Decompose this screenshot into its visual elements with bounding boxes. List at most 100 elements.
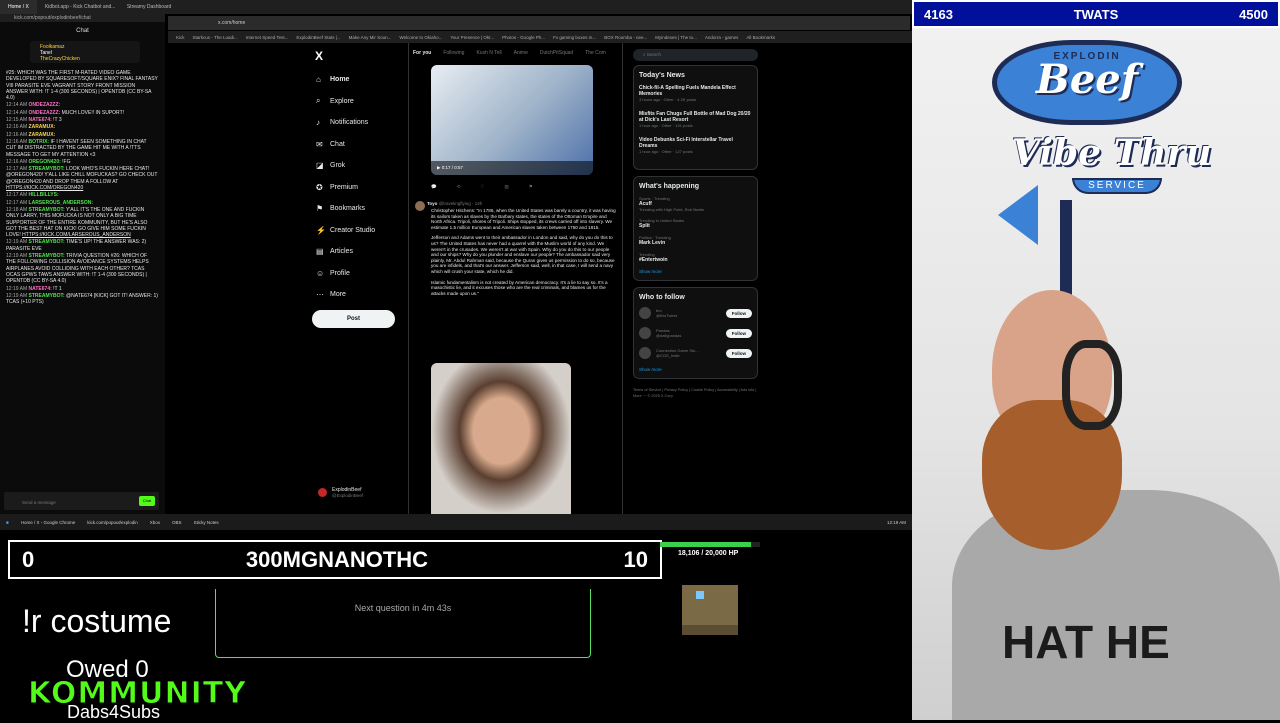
bookmark-item[interactable]: Your Presence | Okt... [450, 35, 494, 40]
chat-username[interactable]: Zaramux: [29, 124, 56, 130]
account-switcher[interactable]: ExplodinBeef @ExplodinBeef [318, 487, 363, 498]
taskbar-app[interactable]: kick.com/popout/explodin [81, 520, 144, 525]
avatar[interactable] [415, 201, 425, 211]
chat-username[interactable]: StreamyBot: [29, 239, 65, 245]
bookmark-item[interactable]: Myindexes | The to... [655, 35, 697, 40]
nav-item-explore[interactable]: ⌕ Explore [316, 91, 375, 113]
follow-button[interactable]: Follow [725, 348, 752, 358]
taskbar-app[interactable]: Home / X - Google Chrome [15, 520, 82, 525]
bookmark-item[interactable]: ExplodinBeef Stats |... [296, 35, 340, 40]
taskbar-app[interactable]: Xbox [144, 520, 166, 525]
post-button[interactable]: Post [312, 310, 395, 328]
repost-icon[interactable]: ⟲ [457, 184, 461, 190]
chat-link[interactable]: HTTPS://KICK.COM/OREGON420 [6, 185, 83, 191]
bookmark-item[interactable]: Welcome to Okiaho... [399, 35, 442, 40]
nav-item-articles[interactable]: ▤ Articles [316, 241, 375, 263]
show-more-link[interactable]: Show more [639, 269, 752, 274]
show-more-link[interactable]: Show more [639, 367, 752, 372]
news-item[interactable]: Video Debunks Sci-Fi Interstellar Travel… [639, 137, 752, 155]
taskbar-app[interactable]: OBS [166, 520, 188, 525]
chat-username[interactable]: Zaramux: [29, 132, 56, 138]
chat-username[interactable]: Oregon420: [29, 159, 61, 165]
bookmark-item[interactable]: Andorra - games [705, 35, 739, 40]
feed-tab[interactable]: Kush N Tell [476, 50, 501, 56]
avatar[interactable] [639, 327, 651, 339]
bookmark-item[interactable]: All Bookmarks [746, 35, 775, 40]
nav-item-notifications[interactable]: ♪ Notifications [316, 112, 375, 134]
chat-timestamp: 12:16 AM [6, 158, 28, 165]
follow-button[interactable]: Follow [725, 328, 752, 338]
chat-username[interactable]: StreamyBot: [29, 166, 65, 172]
reply-icon[interactable]: 💬 [431, 184, 437, 190]
browser-tab-kidbot[interactable]: Kidbot.app - Kick Chatbot and... [37, 0, 119, 14]
news-title: Chick-fil-A Spelling Fuels Mandela Effec… [639, 85, 736, 97]
bookmark-item[interactable]: BOX Roomba - nee... [604, 35, 647, 40]
avatar[interactable] [639, 347, 651, 359]
feed-tab[interactable]: DutchPitSquad [540, 50, 573, 56]
tweet-video[interactable] [431, 363, 571, 514]
nav-item-home[interactable]: ⌂ Home [316, 69, 375, 91]
follow-button[interactable]: Follow [725, 308, 752, 318]
follow-suggestion[interactable]: bro @BroTweet Follow [639, 307, 752, 319]
taskbar-app[interactable]: Sticky Notes [188, 520, 225, 525]
tweet[interactable]: Toyo @travelingflying · 14h Christopher … [415, 201, 617, 301]
chat-username[interactable]: BotRix: [29, 139, 50, 145]
chat-username[interactable]: StreamyBot: [29, 253, 65, 259]
chat-username[interactable]: ondeza2zz: [29, 110, 61, 116]
nav-item-creator-studio[interactable]: ⚡ Creator Studio [316, 220, 375, 242]
chat-username[interactable]: StreamyBot: [29, 207, 65, 213]
tweet-author[interactable]: Toyo [427, 201, 437, 206]
bookmark-item[interactable]: Internet Speed Test... [246, 35, 289, 40]
nav-item-profile[interactable]: ☺ Profile [316, 263, 375, 285]
feed-tab[interactable]: The Com [585, 50, 606, 56]
nav-item-more[interactable]: ⋯ More [316, 284, 375, 306]
nav-item-grok[interactable]: ◪ Grok [316, 155, 375, 177]
address-bar[interactable]: x.com/home [168, 16, 910, 30]
whats-happening-title: What's happening [639, 183, 699, 190]
taskbar-clock[interactable]: 12:19 AM [887, 520, 912, 525]
chat-top-gifters: Foolkamaz Tanel TheCrazyChicken [30, 41, 140, 63]
news-item[interactable]: Misfits Fan Chugs Full Bottle of Mad Dog… [639, 111, 752, 129]
nav-item-premium[interactable]: ✪ Premium [316, 177, 375, 199]
feed-tab[interactable]: For you [413, 50, 431, 56]
trend-item[interactable]: Politics · Trending Mark Levin [639, 235, 752, 246]
bookmark-item[interactable]: Fx gaming boxes m... [553, 35, 596, 40]
browser-tab-streamy[interactable]: Streamy Dashboard [119, 0, 179, 14]
x-logo-icon[interactable]: X [315, 49, 323, 63]
browser-tab-x[interactable]: Home / X [0, 0, 37, 14]
chat-username[interactable]: Larserous_Anderson: [29, 200, 93, 206]
chat-username[interactable]: ondeza2zz: [29, 102, 61, 108]
trend-item[interactable]: Trending #Entertwoin [639, 252, 752, 263]
start-icon[interactable]: ■ [0, 520, 15, 525]
news-item[interactable]: Chick-fil-A Spelling Fuels Mandela Effec… [639, 85, 752, 103]
chat-username[interactable]: nate674: [29, 117, 52, 123]
video-player[interactable]: ▶ 0:17 / 0:57 [431, 65, 593, 175]
chat-username[interactable]: Hillbillys: [29, 192, 59, 198]
nav-item-bookmarks[interactable]: ⚑ Bookmarks [316, 198, 375, 220]
feed-tab[interactable]: Following [443, 50, 464, 56]
chat-window-url[interactable]: kick.com/popout/explodinbeef/chat [0, 14, 165, 22]
footer-links[interactable]: Terms of Service | Privacy Policy | Cook… [633, 387, 758, 399]
follow-suggestion[interactable]: Pandas @dailypandas Follow [639, 327, 752, 339]
chat-text: !t 1 [53, 285, 62, 292]
avatar[interactable] [639, 307, 651, 319]
chat-username[interactable]: nate674: [29, 286, 52, 292]
bookmark-icon[interactable]: ⚑ [529, 184, 533, 190]
views-icon[interactable]: ▥ [504, 184, 508, 190]
trend-item[interactable]: Trending in United States Split [639, 218, 752, 229]
nav-item-chat[interactable]: ✉ Chat [316, 134, 375, 156]
bookmark-item[interactable]: Kick [176, 35, 185, 40]
bookmark-item[interactable]: Make Any Mir Soun... [349, 35, 392, 40]
chat-input[interactable]: Send a message Chat [4, 492, 159, 510]
chat-send-button[interactable]: Chat [139, 496, 155, 506]
like-icon[interactable]: ♡ [480, 184, 484, 190]
trend-item[interactable]: Sports · Trending Acuff Trending with High… [639, 196, 752, 212]
bookmark-item[interactable]: Photos - Google Ph... [502, 35, 545, 40]
follow-suggestion[interactable]: Connection Game Stu... @CGS_Indie Follow [639, 347, 752, 359]
search-input[interactable]: ⌕ Search [633, 49, 758, 61]
bookmark-item[interactable]: Starkcus - The Loadi... [193, 35, 238, 40]
chat-link[interactable]: HTTPS://KICK.COM/LARSEROUS_ANDERSON [22, 232, 131, 238]
video-controls[interactable]: ▶ 0:17 / 0:57 [431, 161, 593, 175]
feed-tab[interactable]: Anime [514, 50, 528, 56]
chat-username[interactable]: StreamyBot: [29, 293, 65, 299]
